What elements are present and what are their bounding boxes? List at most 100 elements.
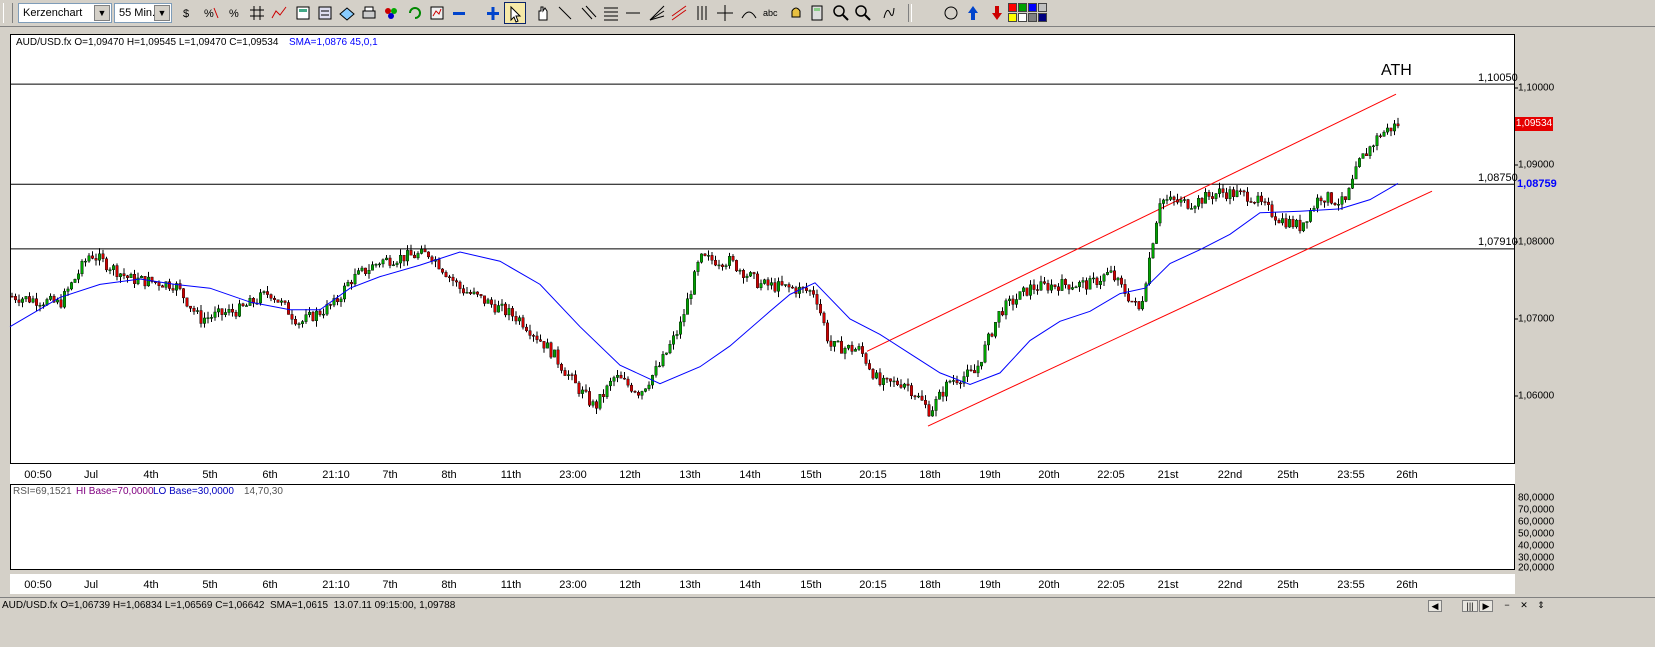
current-price-badge: 1,09534 bbox=[1515, 117, 1553, 131]
magnifier-minus-icon[interactable] bbox=[852, 2, 874, 24]
rsi-params: 14,70,30 bbox=[244, 486, 283, 497]
zoom-in-icon[interactable] bbox=[482, 2, 504, 24]
time-label: 11th bbox=[500, 579, 522, 591]
time-label: 26th bbox=[1396, 579, 1418, 591]
indicator-icon[interactable] bbox=[268, 2, 290, 24]
trend-icon[interactable]: % bbox=[200, 2, 222, 24]
time-label: 20:15 bbox=[859, 469, 887, 481]
time-label: 23:00 bbox=[559, 579, 587, 591]
arrow-up-icon[interactable] bbox=[962, 2, 984, 24]
svg-text:abc: abc bbox=[763, 8, 778, 18]
arrow-down-icon[interactable] bbox=[986, 2, 1008, 24]
time-label: 6th bbox=[262, 469, 278, 481]
time-label: 00:50 bbox=[24, 579, 52, 591]
color-icon[interactable] bbox=[380, 2, 402, 24]
print-icon[interactable] bbox=[358, 2, 380, 24]
sma-value-label: 1,08759 bbox=[1517, 178, 1557, 190]
time-label: 4th bbox=[143, 579, 159, 591]
time-label: 20th bbox=[1038, 469, 1060, 481]
color-swatch-yellow[interactable] bbox=[1008, 13, 1017, 22]
crosshair-icon[interactable]: $ bbox=[178, 2, 200, 24]
rsi-tick: 40,0000 bbox=[1518, 540, 1555, 552]
template-icon[interactable] bbox=[292, 2, 314, 24]
toolbar-separator bbox=[908, 4, 912, 22]
time-label: 23:55 bbox=[1337, 579, 1365, 591]
freehand-icon[interactable] bbox=[878, 2, 900, 24]
rsi-header: RSI=69,1521 bbox=[13, 486, 72, 497]
time-label: 11th bbox=[500, 469, 522, 481]
time-label: 13th bbox=[679, 579, 701, 591]
chevron-down-icon[interactable]: ▼ bbox=[154, 5, 170, 21]
properties-icon[interactable] bbox=[314, 2, 336, 24]
close-icon[interactable]: ✕ bbox=[1517, 600, 1531, 612]
svg-text:%: % bbox=[229, 8, 239, 20]
color-swatch-green[interactable] bbox=[1018, 3, 1027, 12]
time-label: 25th bbox=[1277, 579, 1299, 591]
magnifier-icon[interactable] bbox=[830, 2, 852, 24]
status-bar: AUD/USD.fx O=1,06739 H=1,06834 L=1,06569… bbox=[0, 597, 1655, 647]
rsi-panel[interactable] bbox=[10, 484, 1515, 570]
grid-icon[interactable] bbox=[246, 2, 268, 24]
rsi-time-axis: 00:50 Jul 4th 5th 6th 21:10 7th 8th 11th 23:00 12t… bbox=[10, 574, 1515, 594]
status-value: 1,09788 bbox=[419, 600, 456, 611]
scroll-right-button[interactable]: ▶ bbox=[1479, 600, 1493, 612]
time-label: 21:10 bbox=[322, 579, 350, 591]
chart-type-value: Kerzenchart bbox=[23, 7, 83, 19]
horizontal-line-icon[interactable] bbox=[622, 2, 644, 24]
color-swatch-navy[interactable] bbox=[1038, 13, 1047, 22]
crosshair-tool-icon[interactable] bbox=[714, 2, 736, 24]
text-icon[interactable]: abc bbox=[760, 2, 782, 24]
circle-icon[interactable] bbox=[940, 2, 962, 24]
price-tick: 1,10000 bbox=[1518, 82, 1555, 94]
time-label: 20th bbox=[1038, 579, 1060, 591]
color-swatch-gray[interactable] bbox=[1028, 13, 1037, 22]
calculator-icon[interactable] bbox=[806, 2, 828, 24]
channel-icon[interactable] bbox=[668, 2, 690, 24]
time-label: 00:50 bbox=[24, 469, 52, 481]
cursor-icon[interactable] bbox=[504, 2, 526, 24]
time-label: 4th bbox=[143, 469, 159, 481]
price-chart-panel[interactable] bbox=[10, 34, 1515, 464]
time-label: 12th bbox=[619, 579, 641, 591]
settings-icon[interactable] bbox=[426, 2, 448, 24]
time-label: 22:05 bbox=[1097, 469, 1125, 481]
time-label: 19th bbox=[979, 579, 1001, 591]
time-label: 7th bbox=[382, 469, 398, 481]
time-label: 15th bbox=[800, 579, 822, 591]
chevron-down-icon[interactable]: ▼ bbox=[94, 5, 110, 21]
arc-icon[interactable] bbox=[738, 2, 760, 24]
line-icon[interactable] bbox=[554, 2, 576, 24]
color-palette[interactable] bbox=[1008, 2, 1048, 24]
chart-type-select[interactable]: Kerzenchart ▼ bbox=[18, 3, 112, 23]
vertical-lines-icon[interactable] bbox=[692, 2, 714, 24]
fibonacci-icon[interactable] bbox=[600, 2, 622, 24]
expand-icon[interactable]: ⇕ bbox=[1534, 600, 1548, 612]
minimize-icon[interactable]: − bbox=[1500, 600, 1514, 612]
alarm-icon[interactable] bbox=[785, 2, 807, 24]
rsi-hi-base: HI Base=70,0000 bbox=[76, 486, 154, 497]
period-select[interactable]: 55 Min. ▼ bbox=[114, 3, 172, 23]
zoom-out-icon[interactable] bbox=[448, 2, 470, 24]
hand-icon[interactable] bbox=[532, 2, 554, 24]
color-swatch-red[interactable] bbox=[1008, 3, 1017, 12]
percent-icon[interactable]: % bbox=[224, 2, 246, 24]
ath-label: ATH bbox=[1381, 62, 1412, 79]
fan-icon[interactable] bbox=[646, 2, 668, 24]
color-swatch-silver[interactable] bbox=[1038, 3, 1047, 12]
toolbar: Kerzenchart ▼ 55 Min. ▼ $%% abc bbox=[0, 0, 1655, 27]
scroll-thumb-button[interactable]: ||| bbox=[1462, 600, 1478, 612]
parallel-lines-icon[interactable] bbox=[578, 2, 600, 24]
refresh-icon[interactable] bbox=[404, 2, 426, 24]
scroll-left-button[interactable]: ◀ bbox=[1428, 600, 1442, 612]
time-label: 5th bbox=[202, 469, 218, 481]
toolbar-grip[interactable] bbox=[3, 3, 13, 23]
status-datetime: 13.07.11 09:15:00 bbox=[333, 600, 414, 611]
color-swatch-blue[interactable] bbox=[1028, 3, 1037, 12]
shapes-icon[interactable] bbox=[336, 2, 358, 24]
time-axis: 00:50 Jul 4th 5th 6th 21:10 7th 8th 11th 23:00 12t… bbox=[10, 464, 1515, 484]
time-label: 22nd bbox=[1217, 579, 1243, 591]
time-label: 7th bbox=[382, 579, 398, 591]
rsi-tick: 50,0000 bbox=[1518, 528, 1555, 540]
price-tick: 1,07000 bbox=[1518, 313, 1555, 325]
color-swatch-white[interactable] bbox=[1018, 13, 1027, 22]
